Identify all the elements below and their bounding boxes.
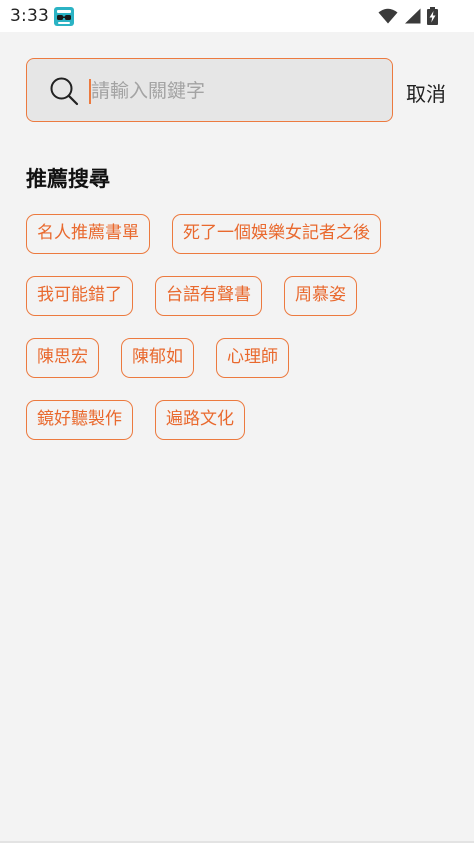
tag-row: 鏡好聽製作 遍路文化 bbox=[26, 400, 446, 440]
signal-icon bbox=[405, 8, 421, 24]
tag-chip[interactable]: 心理師 bbox=[216, 338, 289, 378]
tag-chip[interactable]: 死了一個娛樂女記者之後 bbox=[172, 214, 381, 254]
tag-chip[interactable]: 台語有聲書 bbox=[155, 276, 262, 316]
tag-row: 我可能錯了 台語有聲書 周慕姿 bbox=[26, 276, 446, 316]
tag-row: 名人推薦書單 死了一個娛樂女記者之後 bbox=[26, 214, 446, 254]
hami-app-icon bbox=[54, 7, 74, 26]
wifi-icon bbox=[378, 8, 398, 24]
tag-chip[interactable]: 陳思宏 bbox=[26, 338, 99, 378]
status-time: 3:33 bbox=[10, 6, 49, 26]
section-title: 推薦搜尋 bbox=[26, 167, 110, 191]
status-bar: 3:33 bbox=[0, 0, 474, 32]
tag-chip[interactable]: 遍路文化 bbox=[155, 400, 245, 440]
recommend-tags: 名人推薦書單 死了一個娛樂女記者之後 我可能錯了 台語有聲書 周慕姿 陳思宏 陳… bbox=[26, 214, 446, 462]
search-box[interactable] bbox=[26, 58, 393, 122]
search-input[interactable] bbox=[91, 74, 381, 108]
tag-chip[interactable]: 陳郁如 bbox=[121, 338, 194, 378]
battery-charging-icon bbox=[427, 7, 438, 25]
tag-chip[interactable]: 周慕姿 bbox=[284, 276, 357, 316]
tag-chip[interactable]: 鏡好聽製作 bbox=[26, 400, 133, 440]
status-icons bbox=[378, 6, 438, 26]
cancel-button[interactable]: 取消 bbox=[406, 78, 446, 107]
tag-chip[interactable]: 我可能錯了 bbox=[26, 276, 133, 316]
search-icon bbox=[50, 77, 79, 106]
tag-row: 陳思宏 陳郁如 心理師 bbox=[26, 338, 446, 378]
tag-chip[interactable]: 名人推薦書單 bbox=[26, 214, 150, 254]
